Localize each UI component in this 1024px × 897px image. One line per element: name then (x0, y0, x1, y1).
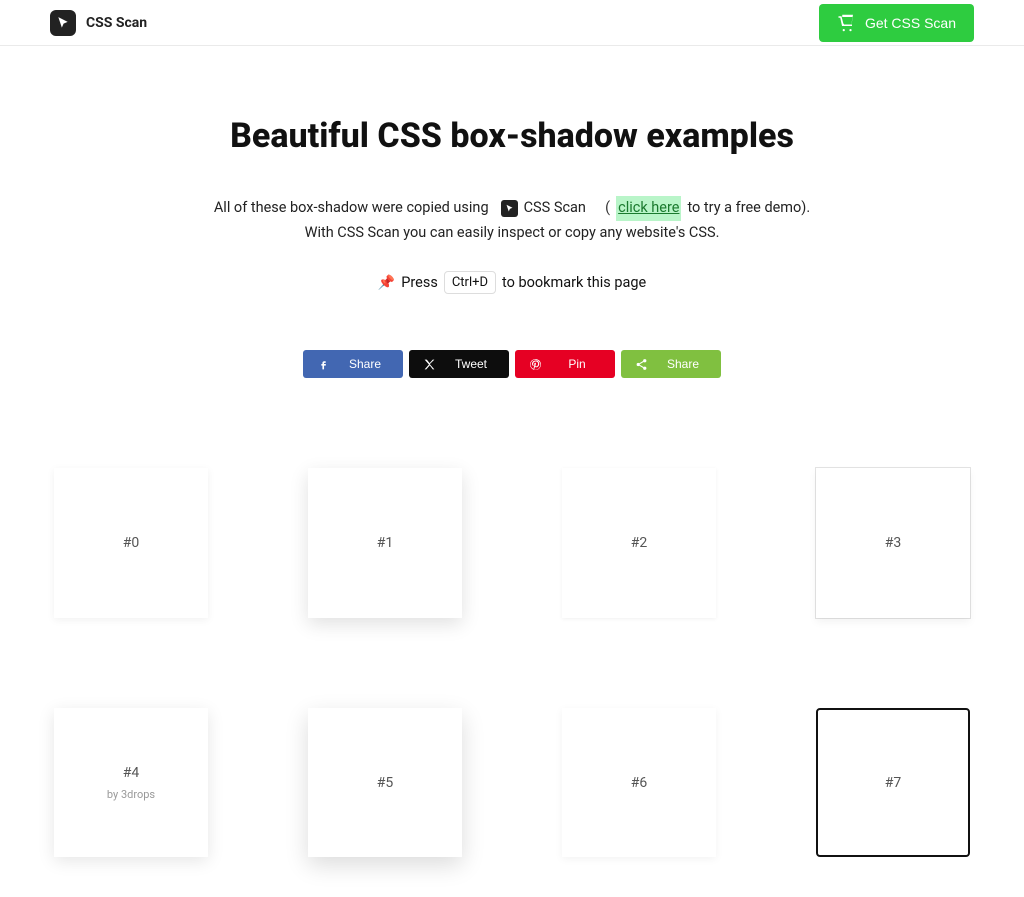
get-css-scan-button[interactable]: Get CSS Scan (819, 4, 974, 42)
example-card-7[interactable]: #7 (816, 708, 970, 858)
subtitle-line-2: With CSS Scan you can easily inspect or … (30, 221, 994, 246)
header-bar: CSS Scan Get CSS Scan (0, 0, 1024, 46)
cta-label: Get CSS Scan (865, 15, 956, 31)
cursor-icon (505, 204, 514, 213)
example-card-6[interactable]: #6 (562, 708, 716, 858)
example-card-5[interactable]: #5 (308, 708, 462, 858)
subtitle-prefix: All of these box-shadow were copied usin… (214, 196, 489, 221)
demo-link[interactable]: click here (616, 196, 681, 221)
share-facebook-label: Share (335, 357, 395, 371)
card-label: #3 (885, 535, 902, 551)
bookmark-press: Press (401, 274, 438, 291)
cursor-icon (56, 16, 70, 30)
x-icon (417, 358, 441, 371)
pin-icon: 📌 (378, 275, 395, 291)
example-card-0[interactable]: #0 (54, 468, 208, 618)
card-label: #4 (123, 765, 140, 781)
share-twitter-label: Tweet (441, 357, 501, 371)
card-label: #0 (123, 535, 140, 551)
facebook-icon (311, 358, 335, 371)
card-label: #6 (631, 775, 648, 791)
share-pinterest-button[interactable]: Pin (515, 350, 615, 378)
page-title: Beautiful CSS box-shadow examples (30, 116, 994, 156)
share-row: Share Tweet Pin Share (30, 350, 994, 378)
inline-logo (501, 200, 518, 217)
example-card-4[interactable]: #4 by 3drops (54, 708, 208, 858)
css-scan-inline-label: CSS Scan (524, 196, 586, 221)
share-sharethis-button[interactable]: Share (621, 350, 721, 378)
subtitle-suffix: to try a free demo). (687, 196, 810, 221)
card-label: #2 (631, 535, 648, 551)
card-label: #1 (377, 535, 394, 551)
pinterest-icon (523, 358, 547, 371)
sharethis-icon (629, 358, 653, 371)
main-content: Beautiful CSS box-shadow examples All of… (0, 46, 1024, 897)
paren-open: ( (605, 196, 610, 221)
bookmark-hint: 📌 Press Ctrl+D to bookmark this page (30, 271, 994, 294)
example-card-2[interactable]: #2 (562, 468, 716, 618)
example-card-1[interactable]: #1 (308, 468, 462, 618)
subtitle-line-1: All of these box-shadow were copied usin… (30, 196, 994, 221)
brand-name[interactable]: CSS Scan (86, 15, 147, 31)
share-facebook-button[interactable]: Share (303, 350, 403, 378)
card-sublabel: by 3drops (107, 788, 155, 801)
examples-grid: #0 #1 #2 #3 #4 by 3drops #5 #6 #7 (30, 468, 994, 857)
subtitle-block: All of these box-shadow were copied usin… (30, 196, 994, 245)
header-left: CSS Scan (50, 10, 147, 36)
bookmark-key: Ctrl+D (444, 271, 496, 294)
bookmark-suffix: to bookmark this page (502, 274, 646, 291)
share-sharethis-label: Share (653, 357, 713, 371)
brand-logo[interactable] (50, 10, 76, 36)
card-label: #5 (377, 775, 394, 791)
share-pinterest-label: Pin (547, 357, 607, 371)
card-label: #7 (885, 775, 902, 791)
share-twitter-button[interactable]: Tweet (409, 350, 509, 378)
example-card-3[interactable]: #3 (816, 468, 970, 618)
cart-icon (837, 14, 855, 32)
